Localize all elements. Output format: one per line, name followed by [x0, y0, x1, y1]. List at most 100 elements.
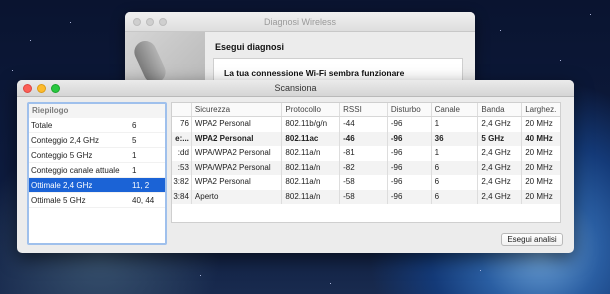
summary-label: Totale — [31, 121, 53, 130]
table-cell: 1 — [432, 117, 479, 132]
table-cell: 6 — [432, 175, 479, 190]
summary-label: Conteggio 5 GHz — [31, 151, 93, 160]
table-row[interactable]: e:... WPA2 Personal 802.11ac -46 -96 36 5 GHz 4… — [172, 131, 560, 146]
window-title: Scansiona — [274, 83, 317, 93]
column-header-protocol[interactable]: Protocollo — [282, 103, 341, 116]
column-header-noise[interactable]: Disturbo — [388, 103, 432, 116]
table-cell: 20 MHz — [525, 177, 553, 186]
table-row[interactable]: 3:84 Aperto 802.11a/n -58 -96 6 2,4 GHz 20 MHz — [172, 189, 560, 204]
table-cell: :53 — [172, 160, 192, 175]
window-titlebar[interactable]: Scansiona — [17, 80, 574, 97]
summary-label: Ottimale 2,4 GHz — [31, 181, 93, 190]
summary-label: Conteggio canale attuale — [31, 166, 120, 175]
table-cell: -58 — [340, 175, 388, 190]
column-header-band[interactable]: Banda — [478, 103, 523, 116]
column-header-channel[interactable]: Canale — [432, 103, 479, 116]
star — [200, 275, 201, 276]
table-cell: WPA2 Personal — [192, 117, 283, 132]
table-cell: -81 — [340, 146, 388, 161]
summary-row-optimal-5ghz[interactable]: Ottimale 5 GHz 40, 44 — [29, 193, 165, 208]
table-cell: 20 MHz — [525, 191, 553, 201]
window-title: Diagnosi Wireless — [263, 17, 337, 27]
table-body: 76 WPA2 Personal 802.11b/g/n -44 -96 1 2,4 GHz… — [172, 117, 560, 204]
table-cell: 20 MHz — [525, 162, 553, 172]
table-cell: -96 — [388, 117, 432, 132]
close-button[interactable] — [23, 84, 32, 93]
table-cell: 76 — [172, 117, 192, 132]
close-button-inactive[interactable] — [133, 18, 141, 26]
table-cell: WPA/WPA2 Personal — [192, 160, 283, 175]
summary-value: 11, 2 — [132, 181, 150, 190]
table-cell: 36 — [432, 131, 479, 146]
run-analysis-button[interactable]: Esegui analisi — [501, 233, 563, 246]
table-row[interactable]: 76 WPA2 Personal 802.11b/g/n -44 -96 1 2,4 GHz… — [172, 117, 560, 132]
table-cell: 802.11a/n — [282, 146, 341, 161]
table-cell: :dd — [172, 146, 192, 161]
table-cell: WPA2 Personal — [192, 175, 283, 190]
table-cell: 2,4 GHz — [478, 146, 523, 161]
table-cell: -46 — [340, 131, 388, 146]
star — [70, 22, 71, 23]
summary-value: 5 — [132, 136, 137, 145]
summary-row-current-channel[interactable]: Conteggio canale attuale 1 — [29, 163, 165, 178]
table-cell: Aperto — [192, 189, 283, 204]
table-row[interactable]: 3:82 WPA2 Personal 802.11a/n -58 -96 6 2,4 GHz… — [172, 175, 560, 190]
summary-label: Ottimale 5 GHz — [31, 196, 86, 205]
table-cell: -58 — [340, 189, 388, 204]
window-controls — [23, 84, 60, 93]
summary-value: 1 — [132, 166, 137, 175]
table-cell: -96 — [388, 160, 432, 175]
table-cell: 802.11ac — [282, 131, 341, 146]
star — [480, 270, 481, 271]
table-cell: 6 — [432, 160, 479, 175]
table-cell: -96 — [388, 175, 432, 190]
star — [330, 283, 331, 284]
table-cell: 2,4 GHz — [478, 160, 523, 175]
table-cell: 40 MHz — [525, 133, 553, 143]
summary-row-count-5ghz[interactable]: Conteggio 5 GHz 1 — [29, 148, 165, 163]
networks-table[interactable]: Sicurezza Protocollo RSSI Disturbo Canal… — [171, 102, 561, 223]
table-header-row: Sicurezza Protocollo RSSI Disturbo Canal… — [172, 103, 560, 117]
table-cell: 802.11b/g/n — [282, 117, 341, 132]
zoom-button-inactive[interactable] — [159, 18, 167, 26]
table-cell: 802.11a/n — [282, 175, 341, 190]
diagnosis-heading: Esegui diagnosi — [215, 42, 285, 52]
table-row[interactable]: :dd WPA/WPA2 Personal 802.11a/n -81 -96 1 2,4 … — [172, 146, 560, 161]
summary-value: 1 — [132, 151, 137, 160]
table-cell: 2,4 GHz — [478, 189, 523, 204]
minimize-button[interactable] — [37, 84, 46, 93]
table-row[interactable]: :53 WPA/WPA2 Personal 802.11a/n -82 -96 6 2,4 … — [172, 160, 560, 175]
table-cell: e:... — [172, 131, 192, 146]
star — [560, 60, 561, 61]
summary-header: Riepilogo — [29, 104, 165, 118]
table-cell: 802.11a/n — [282, 160, 341, 175]
table-cell: -96 — [388, 146, 432, 161]
summary-row-optimal-24ghz[interactable]: Ottimale 2,4 GHz 11, 2 — [29, 178, 165, 193]
star — [30, 40, 31, 41]
column-header-security[interactable]: Sicurezza — [192, 103, 283, 116]
column-header-bssid[interactable] — [172, 103, 192, 116]
summary-value: 40, 44 — [132, 196, 155, 205]
table-cell: 3:84 — [172, 189, 192, 204]
table-cell: 802.11a/n — [282, 189, 341, 204]
window-controls — [133, 18, 167, 26]
star — [12, 70, 13, 71]
table-cell: -82 — [340, 160, 388, 175]
table-cell: 2,4 GHz — [478, 117, 523, 132]
minimize-button-inactive[interactable] — [146, 18, 154, 26]
column-header-rssi[interactable]: RSSI — [340, 103, 388, 116]
table-cell: -96 — [388, 189, 432, 204]
column-header-width[interactable]: Larghez. — [522, 103, 560, 116]
window-titlebar[interactable]: Diagnosi Wireless — [125, 12, 475, 32]
summary-row-count-24ghz[interactable]: Conteggio 2,4 GHz 5 — [29, 133, 165, 148]
summary-panel[interactable]: Riepilogo Totale 6 Conteggio 2,4 GHz 5 C… — [27, 102, 167, 245]
table-cell: -44 — [340, 117, 388, 132]
star — [500, 30, 501, 31]
summary-value: 6 — [132, 121, 137, 130]
summary-row-total[interactable]: Totale 6 — [29, 118, 165, 133]
zoom-button[interactable] — [51, 84, 60, 93]
table-cell: 20 MHz — [525, 119, 553, 128]
scan-window[interactable]: Scansiona Riepilogo Totale 6 Conteggio 2… — [17, 80, 574, 253]
table-cell: 5 GHz — [478, 131, 523, 146]
table-cell: 3:82 — [172, 175, 192, 190]
